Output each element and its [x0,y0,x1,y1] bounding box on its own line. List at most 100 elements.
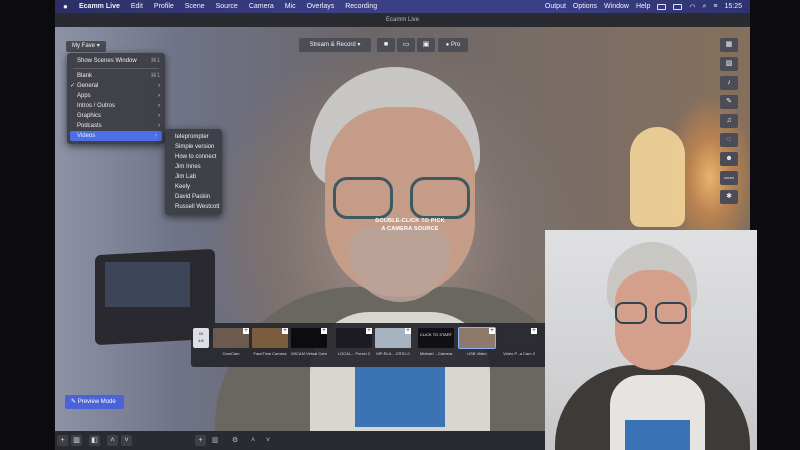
resolution-label: 4K [198,331,204,336]
menu-item-graphics[interactable]: Graphics › [67,111,165,121]
menu-item-apps[interactable]: Apps › [67,91,165,101]
chevron-up-icon[interactable]: ˄ [107,435,118,446]
camera-source-item[interactable]: + FaceTime Camera [252,328,288,356]
camera-thumbnail: + [375,328,411,348]
control-center-icon[interactable]: ≡ [713,3,717,10]
menu-output[interactable]: Output [545,3,566,10]
chat-icon[interactable]: ◌ [720,133,738,147]
chevron-right-icon: › [158,123,160,129]
menu-help[interactable]: Help [636,3,650,10]
menu-separator [73,68,159,69]
pip-glasses-left [615,302,647,324]
gear-icon[interactable]: ✱ [720,190,738,204]
menu-item-podcasts[interactable]: Podcasts › [67,121,165,131]
add-icon[interactable]: + [489,328,495,334]
microphone-icon[interactable]: ♪ [720,76,738,90]
chevron-down-icon: ▾ [357,42,361,48]
screen-share-icon[interactable] [657,3,667,10]
shortcut-hint: ⌘1 [150,58,160,64]
add-icon[interactable]: + [282,328,288,334]
menu-item-videos[interactable]: Videos › [70,131,162,141]
glasses-left [333,177,393,219]
camera-thumbnail: + [252,328,288,348]
magic-wand-icon[interactable]: ✎ [720,95,738,109]
presenter-pip-overlay [545,230,757,450]
submenu-item[interactable]: Keely [165,182,222,192]
battery-icon[interactable] [673,3,683,10]
camera-thumbnail: + [501,328,537,348]
apple-icon[interactable]: ● [63,2,73,11]
menu-item-blank[interactable]: Blank ⌘1 [67,71,165,81]
music-icon[interactable]: ♫ [720,114,738,128]
camera-thumbnail: + [336,328,372,348]
monitor-icon[interactable]: ▭ [397,38,415,52]
window-title: Ecamm Live [385,17,419,23]
window-icon[interactable]: ▣ [417,38,435,52]
camera-source-item[interactable]: + Video P...a Cam 2 [501,328,537,356]
resolution-badge[interactable]: 4K 4/8 [193,328,209,348]
add-scene-icon[interactable]: + [57,435,68,446]
menu-source[interactable]: Source [216,3,238,10]
camera-source-item[interactable]: + CamCam [213,328,249,356]
chevron-up-icon[interactable]: ˄ [251,435,255,446]
menu-edit[interactable]: Edit [131,3,143,10]
gear-icon[interactable]: ⚙ [232,435,238,446]
add-icon[interactable]: + [531,328,537,334]
pro-button[interactable]: ● Pro [438,38,468,52]
add-icon[interactable]: + [405,328,411,334]
image-icon[interactable]: ▨ [720,57,738,71]
camera-source-item[interactable]: + MP-RLA ...CRS1.0 [375,328,411,356]
layout-icon[interactable]: ▦ [720,38,738,52]
camera-source-label: Michael ...Camera [419,351,453,356]
menu-window[interactable]: Window [604,3,629,10]
chevron-down-icon[interactable]: ˅ [121,435,132,446]
menu-options[interactable]: Options [573,3,597,10]
user-icon: ● [445,42,450,48]
stream-record-button[interactable]: Stream & Record ▾ [299,38,371,52]
submenu-item[interactable]: Jim Lab [165,172,222,182]
menu-overlays[interactable]: Overlays [307,3,335,10]
trash-icon[interactable]: ▥ [212,435,219,446]
camera-source-item[interactable]: + WICAM Virtual Cam [291,328,327,356]
camera-icon[interactable]: ■ [377,38,395,52]
submenu-item[interactable]: Simple version [165,142,222,152]
camera-source-label: USB Video [467,351,487,356]
camera-source-item[interactable]: + USB Video [458,327,496,356]
add-source-icon[interactable]: + [195,435,206,446]
camera-source-label: LOCAL... Ponch 2 [337,351,371,356]
submenu-item[interactable]: How to connect [165,152,222,162]
menu-scene[interactable]: Scene [185,3,205,10]
menu-app-name[interactable]: Ecamm Live [79,3,120,10]
camera-source-item[interactable]: CLICK TO START Michael ...Camera [418,328,454,356]
add-icon[interactable]: + [321,328,327,334]
menu-recording[interactable]: Recording [345,3,377,10]
menu-mic[interactable]: Mic [285,3,296,10]
menu-item-intros-outros[interactable]: Intros / Outros › [67,101,165,111]
add-icon[interactable]: + [243,328,249,334]
submenu-item[interactable]: Russell Westcott [165,202,222,212]
menu-item-label: Videos [77,133,96,139]
chevron-right-icon: › [158,93,160,99]
menu-item-label: Podcasts [77,123,102,129]
camera-source-label: MP-RLA ...CRS1.0 [376,351,410,356]
zoom-icon[interactable]: zoom [720,171,738,185]
menu-camera[interactable]: Camera [249,3,274,10]
background-screen [105,262,190,307]
submenu-item[interactable]: David Paskin [165,192,222,202]
search-icon[interactable]: ⌕ [702,3,706,11]
menu-item-label: Apps [77,93,91,99]
submenu-item[interactable]: teleprompter [165,132,222,142]
wifi-icon[interactable]: ◠ [689,3,695,11]
menu-item-general[interactable]: ✓ General › [67,81,165,91]
submenu-item[interactable]: Jim Innes [165,162,222,172]
camera-source-item[interactable]: + LOCAL... Ponch 2 [336,328,372,356]
preview-mode-button[interactable]: ✎ Preview Mode [65,395,124,409]
duplicate-icon[interactable]: ◧ [89,435,100,446]
menu-item-show-scenes[interactable]: Show Scenes Window ⌘1 [67,56,165,66]
add-icon[interactable]: + [366,328,372,334]
trash-icon[interactable]: ▥ [71,435,82,446]
chevron-down-icon[interactable]: ˅ [266,435,270,446]
menu-profile[interactable]: Profile [154,3,174,10]
scene-selector-button[interactable]: My Fave ▾ [66,41,106,52]
people-icon[interactable]: ☻ [720,152,738,166]
